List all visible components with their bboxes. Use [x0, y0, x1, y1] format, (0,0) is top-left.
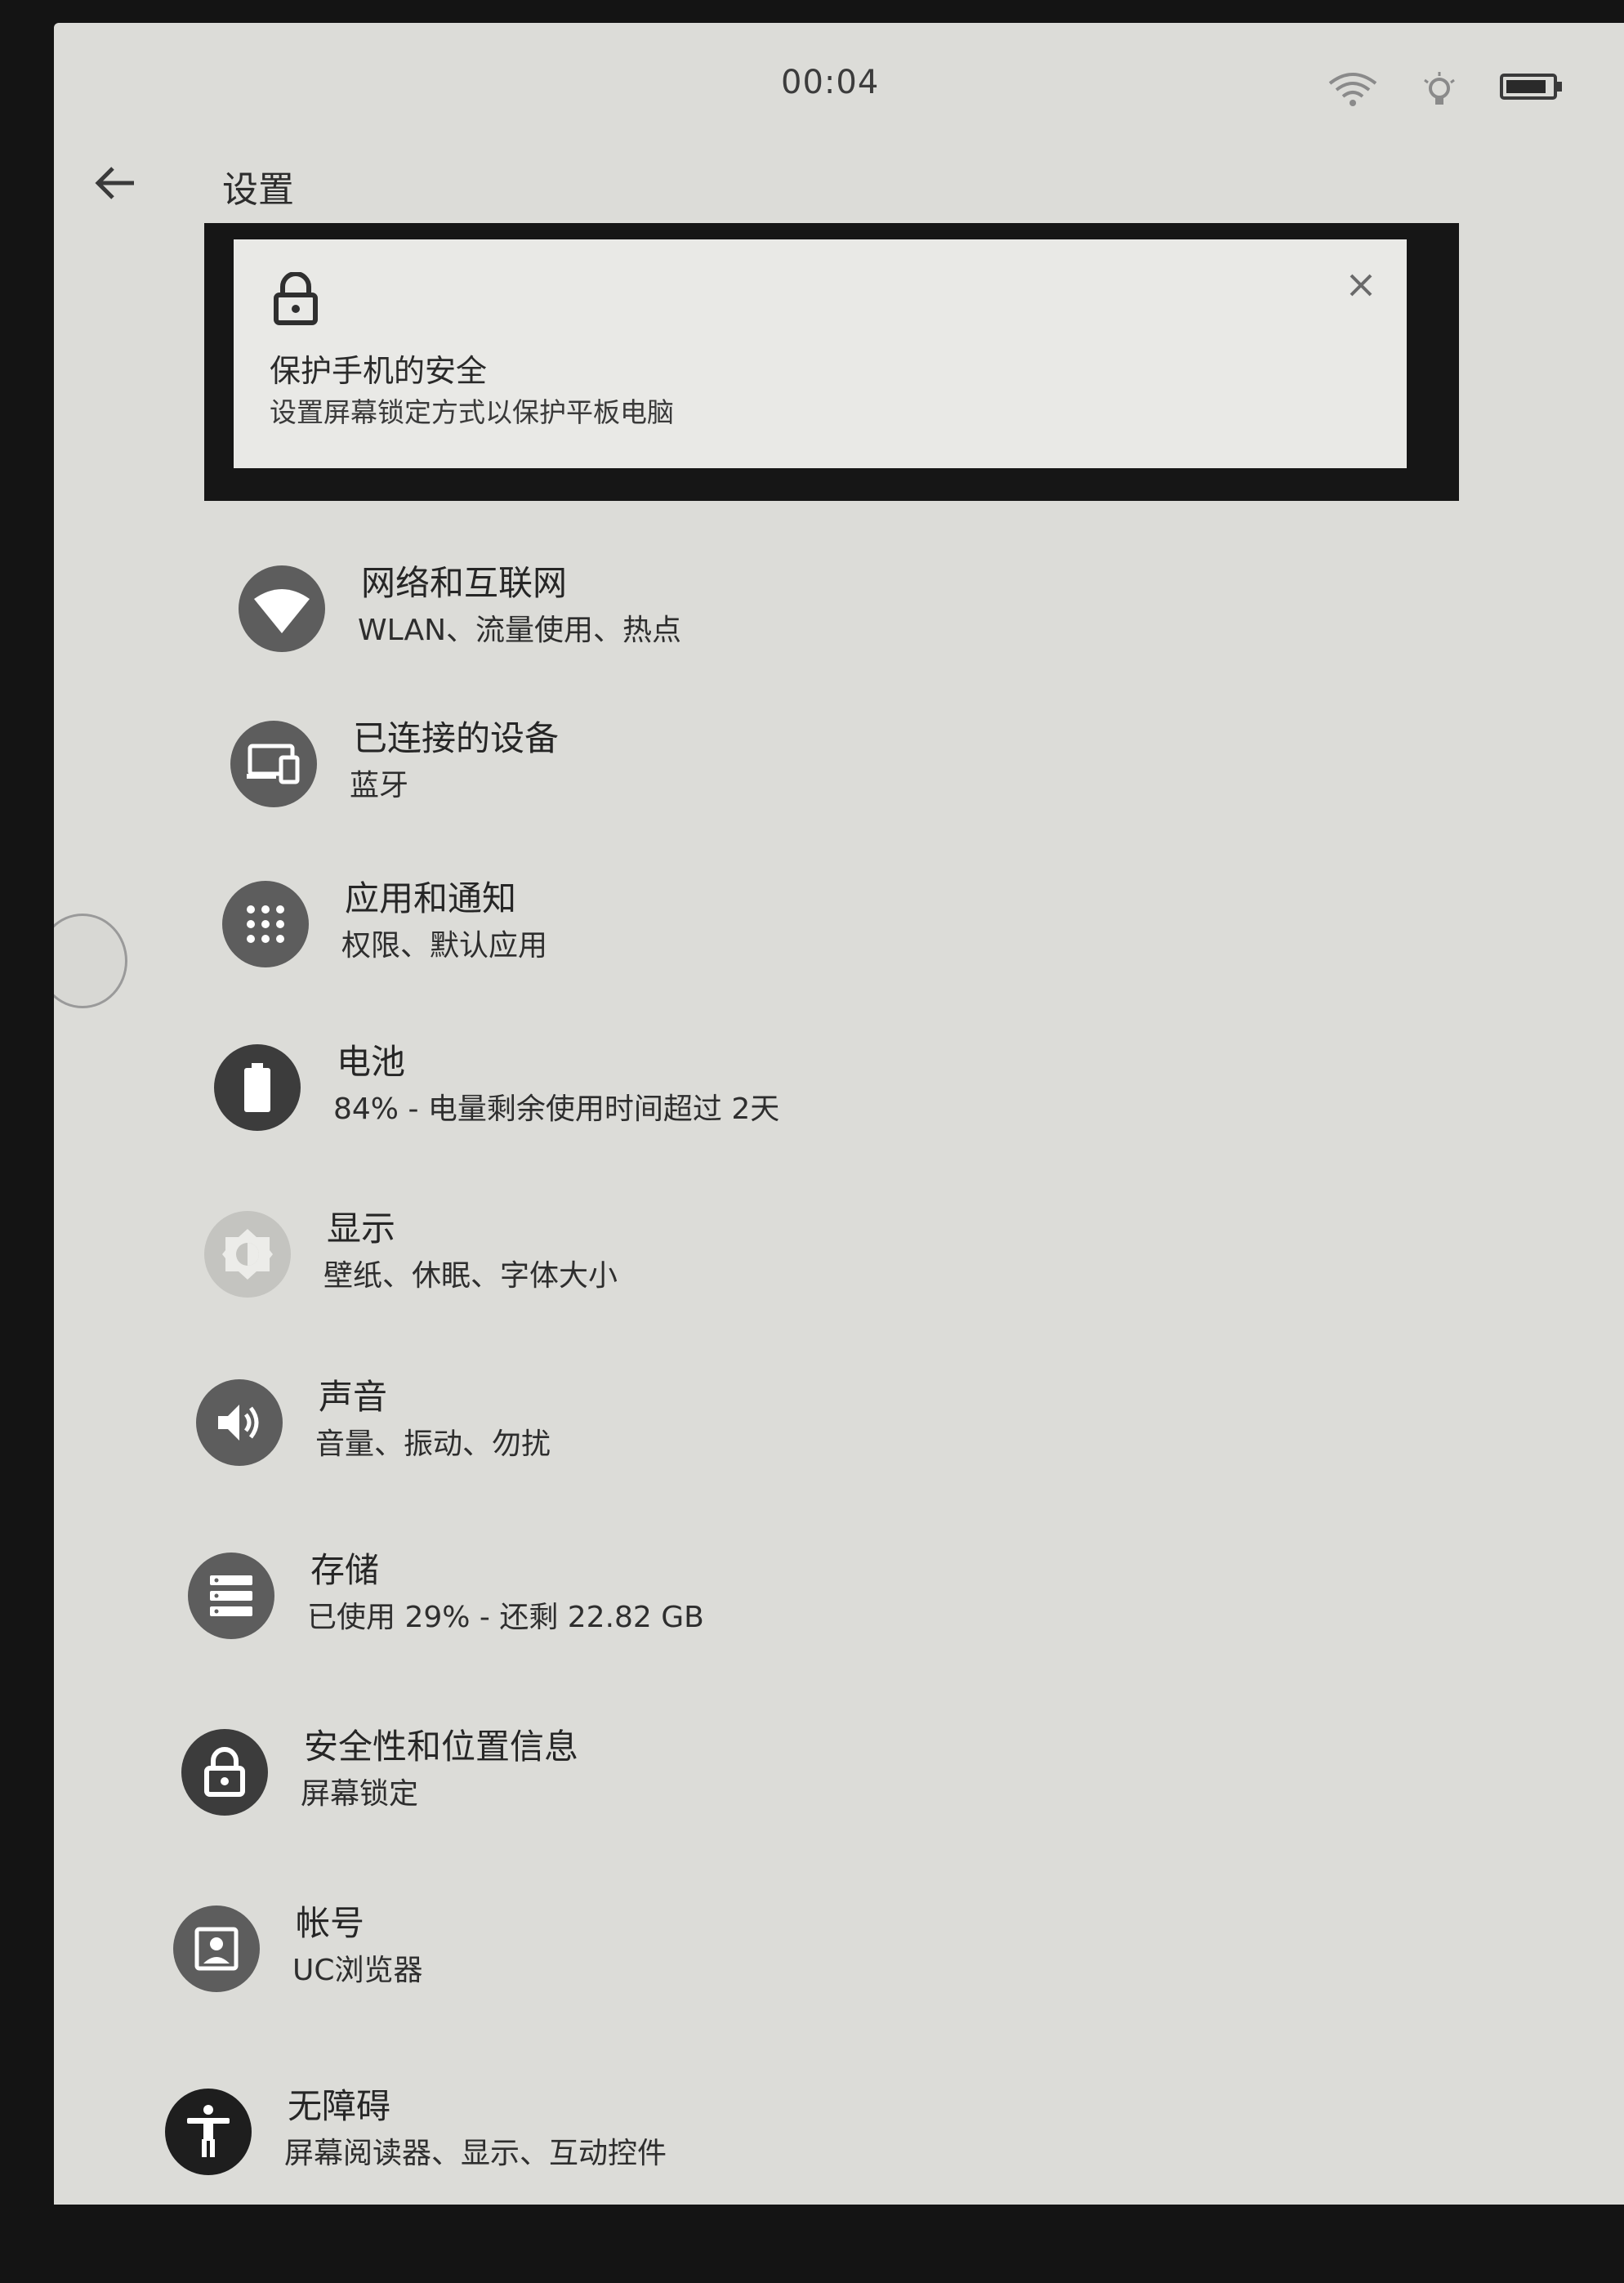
connected-devices-icon	[230, 721, 317, 807]
wifi-signal-icon	[1327, 70, 1379, 113]
settings-item-title: 帐号	[296, 1903, 365, 1943]
floating-side-button[interactable]	[54, 914, 127, 1008]
settings-item-apps[interactable]: 应用和通知 权限、默认应用	[222, 863, 1448, 1010]
back-button[interactable]	[87, 154, 145, 212]
apps-grid-icon	[222, 881, 309, 967]
close-icon[interactable]	[1345, 269, 1377, 302]
battery-status-icon	[1500, 70, 1565, 106]
settings-item-subtitle: 权限、默认应用	[341, 929, 548, 963]
accessibility-icon	[165, 2089, 252, 2175]
settings-item-security[interactable]: 安全性和位置信息 屏幕锁定	[181, 1711, 1407, 1858]
settings-item-subtitle: 屏幕锁定	[301, 1777, 419, 1811]
settings-item-accessibility[interactable]: 无障碍 屏幕阅读器、显示、互动控件	[165, 2071, 1390, 2205]
settings-item-display[interactable]: 显示 壁纸、休眠、字体大小	[204, 1193, 1430, 1340]
settings-item-subtitle: UC浏览器	[292, 1954, 423, 1987]
settings-screen: 00:04 设置 保护手机的安全 设置屏幕锁定方式以保护平板电脑 网络和互联网 …	[54, 23, 1624, 2205]
settings-item-subtitle: 蓝牙	[350, 769, 409, 802]
banner-subtitle: 设置屏幕锁定方式以保护平板电脑	[270, 396, 674, 428]
suggestion-card[interactable]: 保护手机的安全 设置屏幕锁定方式以保护平板电脑	[234, 239, 1407, 468]
brightness-icon	[204, 1211, 291, 1298]
settings-item-title: 已连接的设备	[353, 718, 560, 758]
settings-item-subtitle: 壁纸、休眠、字体大小	[323, 1259, 618, 1293]
settings-item-subtitle: 已使用 29% - 还剩 22.82 GB	[307, 1601, 704, 1634]
storage-icon	[188, 1553, 274, 1639]
settings-item-title: 无障碍	[288, 2086, 391, 2126]
settings-item-title: 应用和通知	[345, 878, 517, 918]
lock-icon	[271, 271, 320, 326]
account-icon	[173, 1905, 260, 1992]
wifi-icon	[239, 565, 325, 652]
security-suggestion-banner[interactable]: 保护手机的安全 设置屏幕锁定方式以保护平板电脑	[204, 223, 1459, 501]
settings-item-title: 安全性和位置信息	[304, 1727, 579, 1767]
volume-icon	[196, 1379, 283, 1466]
settings-item-subtitle: 音量、振动、勿扰	[315, 1427, 551, 1461]
settings-item-network[interactable]: 网络和互联网 WLAN、流量使用、热点	[239, 547, 1464, 695]
settings-item-subtitle: 84% - 电量剩余使用时间超过 2天	[333, 1092, 780, 1126]
settings-item-storage[interactable]: 存储 已使用 29% - 还剩 22.82 GB	[188, 1535, 1413, 1682]
status-clock: 00:04	[781, 64, 880, 101]
battery-icon	[214, 1044, 301, 1131]
settings-item-sound[interactable]: 声音 音量、振动、勿扰	[196, 1361, 1421, 1508]
settings-item-title: 存储	[310, 1550, 380, 1590]
banner-title: 保护手机的安全	[270, 353, 488, 389]
status-bar: 00:04	[54, 23, 1624, 121]
settings-item-title: 电池	[337, 1042, 406, 1082]
settings-item-account[interactable]: 帐号 UC浏览器	[173, 1888, 1399, 2035]
settings-item-battery[interactable]: 电池 84% - 电量剩余使用时间超过 2天	[214, 1026, 1439, 1173]
settings-item-connected-devices[interactable]: 已连接的设备 蓝牙	[230, 703, 1456, 850]
settings-item-title: 显示	[327, 1209, 396, 1249]
settings-item-title: 网络和互联网	[361, 563, 568, 603]
app-bar: 设置	[54, 137, 1624, 227]
page-title: 设置	[222, 169, 294, 211]
lock-icon	[181, 1729, 268, 1816]
frontlight-icon	[1420, 70, 1459, 113]
settings-item-subtitle: 屏幕阅读器、显示、互动控件	[284, 2137, 667, 2170]
settings-item-title: 声音	[319, 1377, 388, 1417]
arrow-left-icon	[95, 167, 134, 199]
settings-item-subtitle: WLAN、流量使用、热点	[358, 614, 682, 647]
